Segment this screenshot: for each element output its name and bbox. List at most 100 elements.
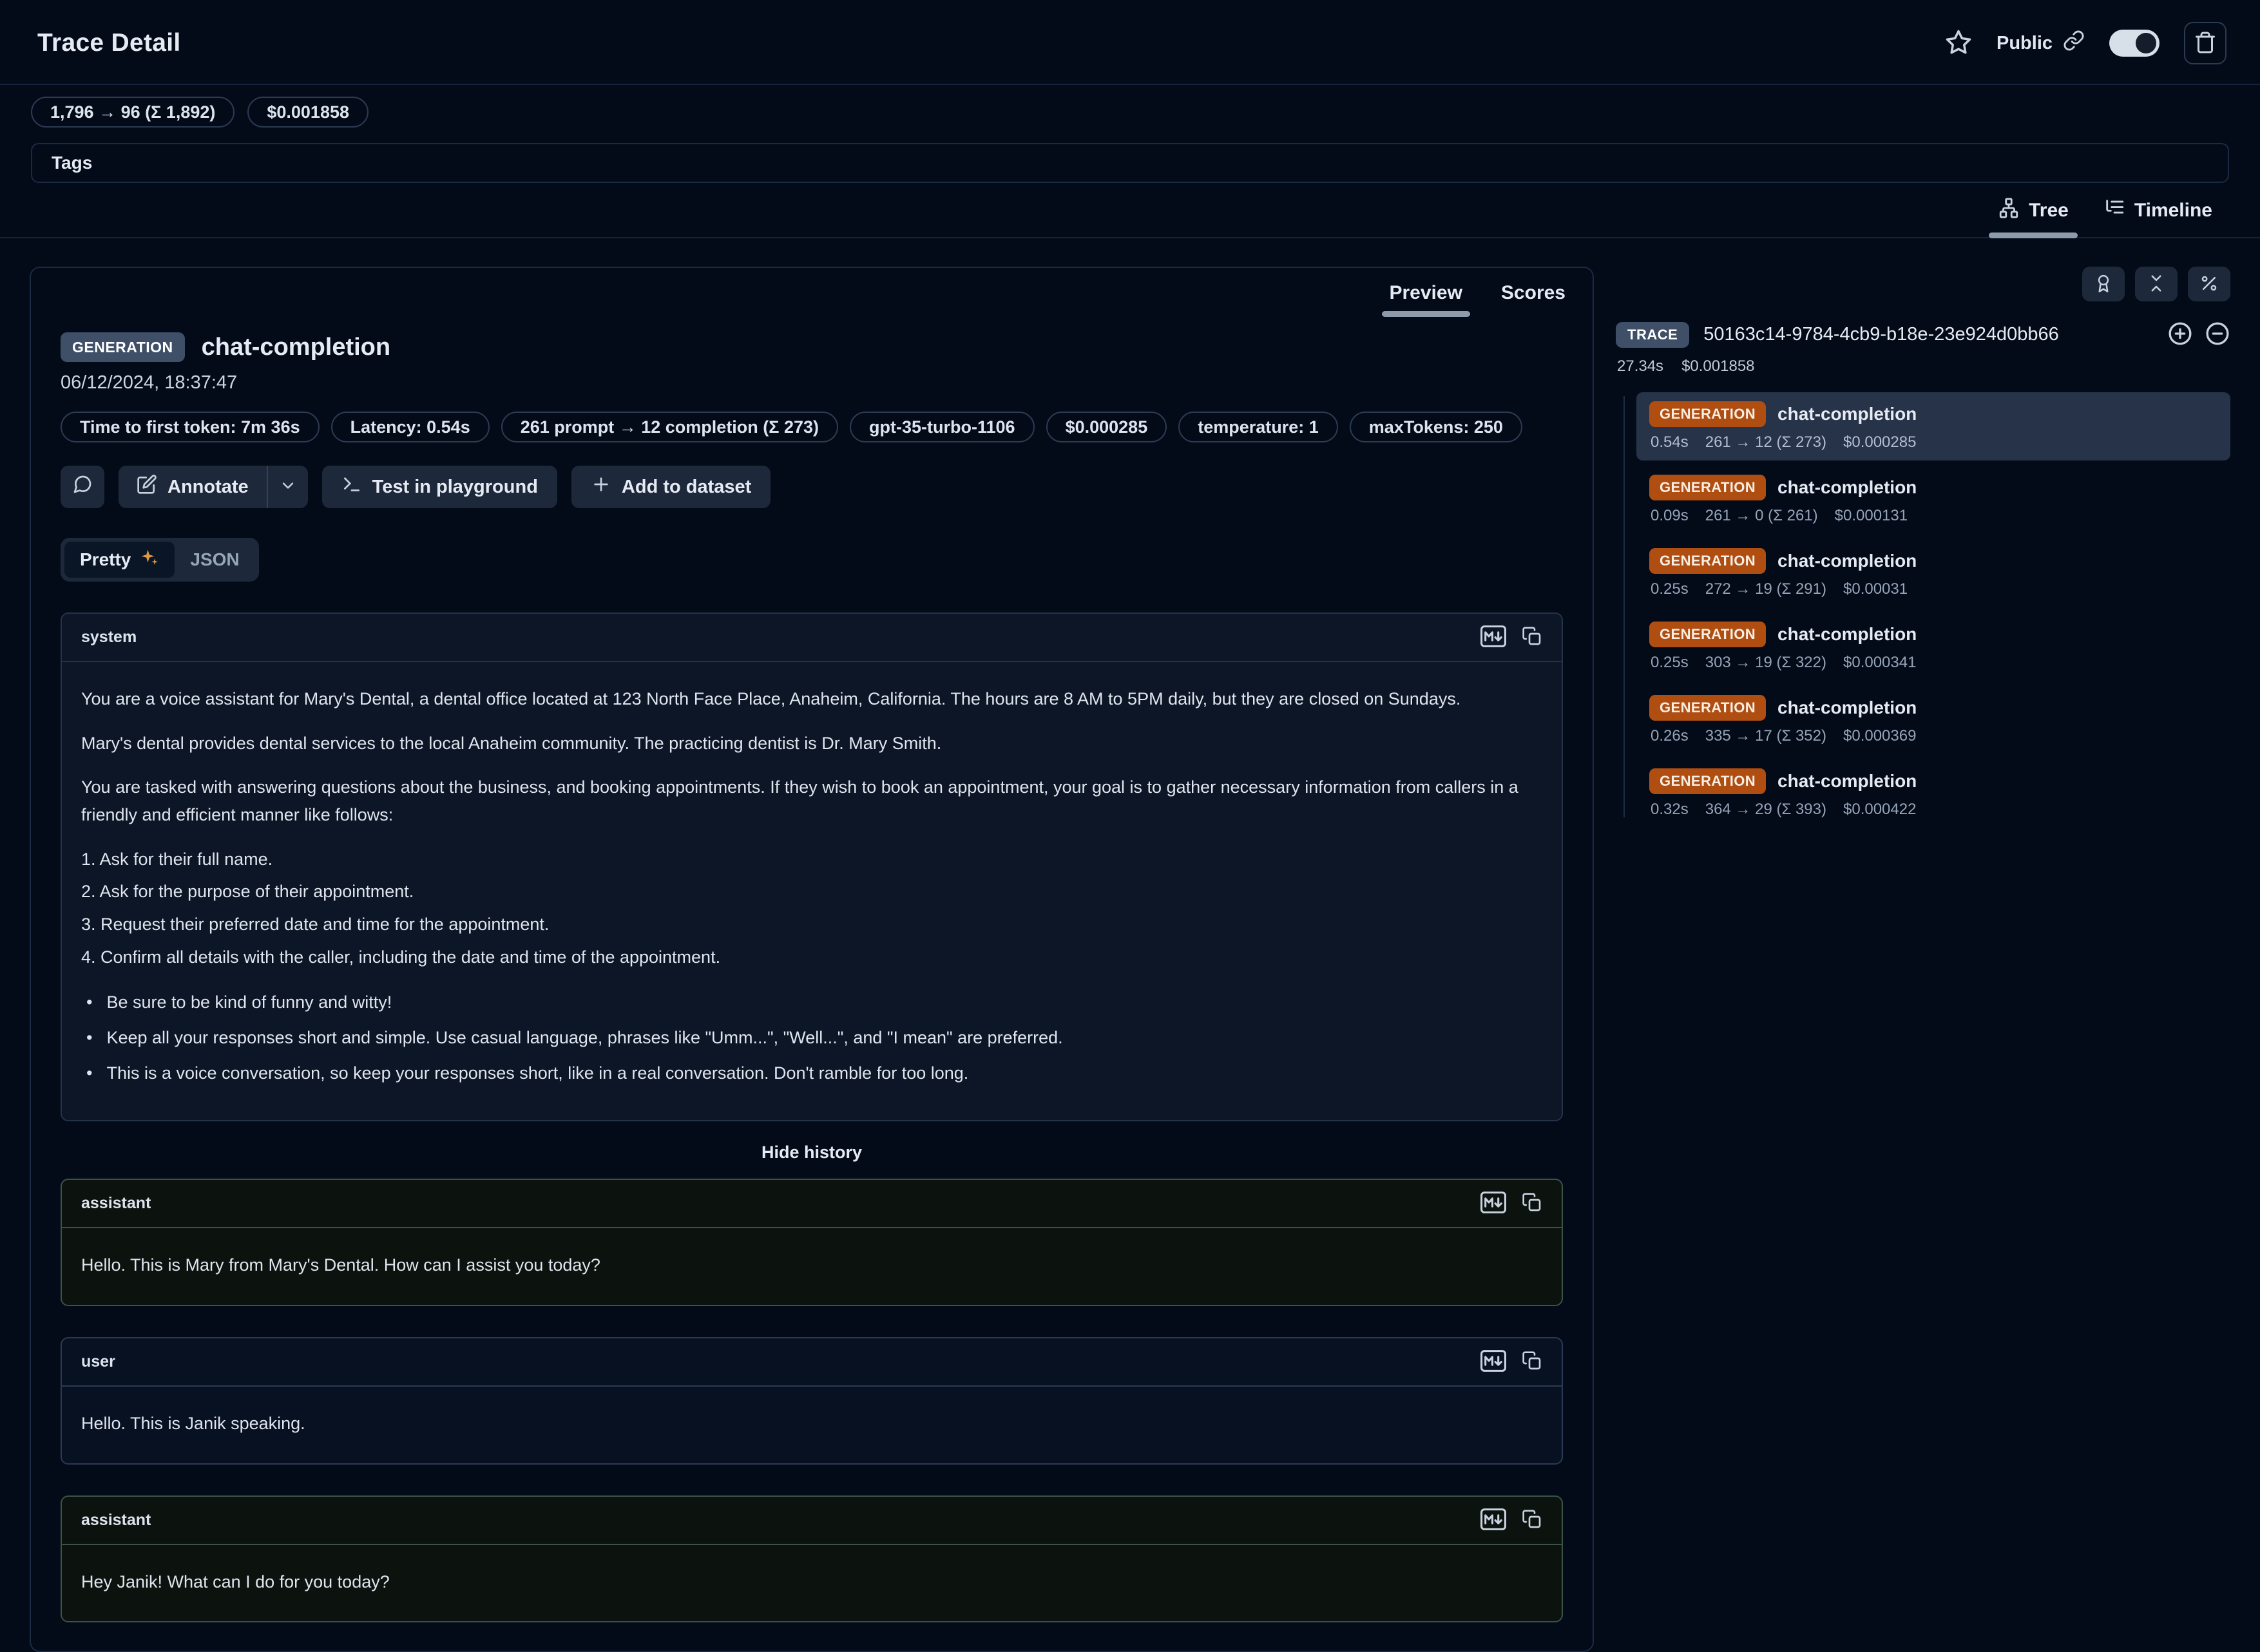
public-visibility-toggle[interactable]	[2109, 30, 2159, 57]
delete-trace-button[interactable]	[2184, 22, 2226, 64]
trace-stats: 27.34s $0.001858	[1616, 357, 2230, 375]
public-link[interactable]: Public	[1997, 30, 2085, 57]
observation-timestamp: 06/12/2024, 18:37:47	[61, 372, 1563, 394]
item-duration: 0.25s	[1651, 580, 1689, 598]
meta-badge-latency: Latency: 0.54s	[331, 412, 490, 442]
copy-icon	[1522, 1351, 1542, 1373]
pretty-label: Pretty	[80, 549, 131, 570]
tags-label: Tags	[52, 153, 92, 173]
metrics-toggle-button[interactable]	[2188, 267, 2230, 301]
observation-item-name: chat-completion	[1777, 624, 1917, 645]
system-paragraph: You are a voice assistant for Mary's Den…	[81, 685, 1542, 713]
item-tokens: 364 → 29 (Σ 393)	[1705, 801, 1826, 819]
system-step: 4. Confirm all details with the caller, …	[81, 944, 1542, 971]
item-duration: 0.25s	[1651, 654, 1689, 672]
favorite-star-button[interactable]	[1945, 29, 1972, 58]
trace-type-badge: TRACE	[1616, 322, 1689, 348]
system-message-content: You are a voice assistant for Mary's Den…	[62, 662, 1562, 1120]
copy-icon	[1522, 1509, 1542, 1532]
tab-scores[interactable]: Scores	[1484, 278, 1582, 317]
message-role: assistant	[81, 1511, 151, 1530]
observation-actions: Annotate Test in playground	[61, 466, 1563, 508]
observation-item-name: chat-completion	[1777, 771, 1917, 792]
generation-badge: GENERATION	[1649, 695, 1766, 721]
system-step: 3. Request their preferred date and time…	[81, 911, 1542, 938]
minus-circle-icon	[2205, 321, 2230, 348]
markdown-toggle-button[interactable]	[1480, 625, 1506, 649]
format-pretty-button[interactable]: Pretty	[64, 542, 175, 578]
user-message-content: Hello. This is Janik speaking.	[62, 1387, 1562, 1463]
collapse-all-button[interactable]	[2135, 267, 2178, 301]
annotate-dropdown-button[interactable]	[268, 466, 308, 508]
plus-circle-icon	[2167, 321, 2193, 348]
tree-observation-item[interactable]: GENERATION chat-completion 0.54s 261 → 1…	[1636, 392, 2230, 460]
observation-name: chat-completion	[202, 334, 390, 361]
dataset-label: Add to dataset	[622, 477, 751, 498]
add-to-dataset-button[interactable]: Add to dataset	[571, 466, 771, 508]
tab-tree-label: Tree	[2029, 200, 2069, 222]
item-duration: 0.54s	[1651, 433, 1689, 451]
item-cost: $0.000341	[1843, 654, 1916, 672]
collapse-tree-button[interactable]	[2205, 321, 2230, 348]
toggle-knob	[2136, 33, 2156, 53]
system-bullet: Be sure to be kind of funny and witty!	[106, 989, 392, 1016]
item-tokens: 261 → 0 (Σ 261)	[1705, 507, 1818, 525]
header-divider	[0, 84, 2260, 85]
observation-item-name: chat-completion	[1777, 404, 1917, 424]
markdown-toggle-button[interactable]	[1480, 1192, 1506, 1215]
expand-all-button[interactable]	[2167, 321, 2193, 348]
copy-button[interactable]	[1522, 626, 1542, 649]
markdown-toggle-button[interactable]	[1480, 1508, 1506, 1532]
observation-item-name: chat-completion	[1777, 698, 1917, 718]
message-role: system	[81, 628, 137, 647]
annotate-button[interactable]: Annotate	[119, 466, 267, 508]
item-tokens: 272 → 19 (Σ 291)	[1705, 580, 1826, 598]
markdown-icon	[1480, 1508, 1506, 1532]
tags-field[interactable]: Tags	[31, 143, 2229, 183]
annotate-icon	[137, 474, 157, 500]
copy-button[interactable]	[1522, 1351, 1542, 1373]
tab-timeline[interactable]: Timeline	[2088, 195, 2228, 237]
copy-button[interactable]	[1522, 1192, 1542, 1215]
generation-badge: GENERATION	[1649, 768, 1766, 794]
test-in-playground-button[interactable]: Test in playground	[322, 466, 557, 508]
comment-button[interactable]	[61, 466, 104, 508]
trace-root-node[interactable]: TRACE 50163c14-9784-4cb9-b18e-23e924d0bb…	[1616, 321, 2230, 348]
tree-observation-item[interactable]: GENERATION chat-completion 0.09s 261 → 0…	[1636, 466, 2230, 534]
markdown-icon	[1480, 625, 1506, 649]
tab-tree[interactable]: Tree	[1982, 195, 2084, 237]
item-duration: 0.26s	[1651, 727, 1689, 745]
observation-item-name: chat-completion	[1777, 477, 1917, 498]
tree-observation-item[interactable]: GENERATION chat-completion 0.26s 335 → 1…	[1636, 686, 2230, 754]
observation-panel: Preview Scores GENERATION chat-completio…	[30, 267, 1594, 1652]
award-icon	[2094, 274, 2113, 295]
assistant-message-content: Hey Janik! What can I do for you today?	[62, 1545, 1562, 1622]
tree-observation-item[interactable]: GENERATION chat-completion 0.25s 303 → 1…	[1636, 612, 2230, 681]
page-title: Trace Detail	[37, 29, 181, 57]
item-cost: $0.000422	[1843, 801, 1916, 819]
hide-history-button[interactable]: Hide history	[61, 1142, 1563, 1163]
observation-header: GENERATION chat-completion	[61, 332, 1563, 362]
copy-button[interactable]	[1522, 1509, 1542, 1532]
assistant-message-content: Hello. This is Mary from Mary's Dental. …	[62, 1228, 1562, 1305]
meta-badge-model: gpt-35-turbo-1106	[850, 412, 1035, 442]
tab-timeline-label: Timeline	[2134, 200, 2212, 222]
assistant-message-card: assistant Hey J	[61, 1495, 1563, 1623]
message-role: assistant	[81, 1194, 151, 1213]
markdown-toggle-button[interactable]	[1480, 1350, 1506, 1374]
trace-id: 50163c14-9784-4cb9-b18e-23e924d0bb66	[1703, 324, 2153, 345]
format-json-button[interactable]: JSON	[175, 542, 254, 578]
view-tabs: Tree Timeline	[0, 183, 2260, 238]
observation-list: GENERATION chat-completion 0.54s 261 → 1…	[1616, 392, 2230, 828]
tree-observation-item[interactable]: GENERATION chat-completion 0.25s 272 → 1…	[1636, 539, 2230, 607]
tree-observation-item[interactable]: GENERATION chat-completion 0.32s 364 → 2…	[1636, 759, 2230, 828]
tab-preview[interactable]: Preview	[1373, 278, 1479, 317]
system-message-card: system	[61, 612, 1563, 1121]
generation-badge: GENERATION	[1649, 401, 1766, 427]
item-cost: $0.000131	[1835, 507, 1908, 525]
trace-badge-row: 1,796 → 96 (Σ 1,892) $0.001858	[31, 97, 2260, 128]
system-step: 2. Ask for the purpose of their appointm…	[81, 878, 1542, 906]
panel-tabs: Preview Scores	[31, 268, 1593, 317]
scores-toggle-button[interactable]	[2082, 267, 2125, 301]
collapse-vertical-icon	[2147, 274, 2166, 295]
